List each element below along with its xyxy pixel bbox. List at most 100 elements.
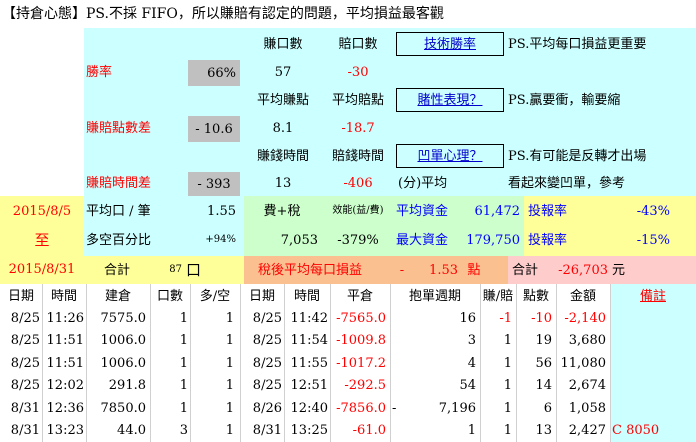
gamble-button[interactable]: 賭性表現？ [396, 88, 504, 112]
table-cell: -7565.0 [336, 310, 386, 326]
efficiency-value: -379% [337, 232, 379, 248]
table-cell: 13:25 [290, 423, 328, 438]
table-cell: C 8050 [612, 423, 660, 438]
tech-win-button[interactable]: 技術勝率 [396, 32, 504, 56]
note-avg-pnl: PS.平均每口損益更重要 [508, 36, 647, 52]
table-cell: 1 [467, 423, 476, 438]
table-cell: 8/25 [10, 310, 40, 326]
table-cell [392, 352, 410, 374]
roi1-value: -43% [636, 203, 670, 219]
table-cell [392, 330, 410, 352]
table-cell: 8/25 [252, 310, 282, 326]
loss-time-value: -406 [343, 175, 373, 191]
fee-tax-label: 費+稅 [263, 203, 301, 219]
table-cell: 8/25 [10, 333, 40, 348]
table-cell: 3,680 [568, 333, 606, 348]
table-cell: 13:23 [46, 423, 84, 438]
table-cell: 8/26 [252, 400, 282, 416]
table-cell [610, 375, 694, 397]
win-time-label: 賺錢時間 [256, 148, 309, 164]
column-header: 多/空 [199, 288, 231, 304]
table-cell: 7575.0 [100, 310, 147, 326]
win-lots-value: 57 [274, 64, 292, 80]
time-diff-value: - 393 [188, 172, 240, 196]
note-reverse: PS.有可能是反轉才出場 [508, 148, 647, 164]
max-capital-value: 179,750 [466, 232, 520, 248]
avg-loss-pts-value: -18.7 [341, 120, 375, 136]
loss-time-label: 賠錢時間 [331, 148, 384, 164]
table-cell: 8/31 [10, 423, 40, 438]
table-cell: 11,080 [560, 355, 607, 371]
column-header: 建倉 [104, 288, 131, 304]
table-cell: 1 [225, 333, 234, 348]
total-label: 合計 [104, 262, 131, 278]
table-cell: 11:51 [46, 355, 84, 371]
table-cell: 8/25 [252, 378, 282, 393]
after-tax-value: 1.53 [429, 262, 458, 278]
table-cell: -1009.8 [336, 333, 386, 348]
roi1-label: 投報率 [528, 203, 568, 219]
table-cell [610, 330, 694, 352]
avg-win-pts-label: 平均賺點 [256, 92, 309, 108]
table-cell: 13 [535, 423, 552, 438]
table-cell: 8/25 [252, 333, 282, 348]
after-tax-sign: - [399, 262, 405, 278]
table-cell: 7850.0 [100, 400, 147, 416]
period-to-word: 至 [34, 230, 50, 249]
long-short-label: 多空百分比 [86, 232, 152, 248]
table-cell: 54 [459, 378, 476, 393]
column-header: 平倉 [346, 288, 373, 304]
avg-lot-label: 平均口 / 筆 [86, 203, 151, 219]
table-cell: 291.8 [108, 378, 146, 393]
roi2-value: -15% [636, 232, 670, 248]
table-cell [392, 375, 410, 397]
after-tax-label: 稅後平均每口損益 [258, 262, 363, 278]
table-cell: 12:02 [46, 378, 84, 393]
table-cell: 1 [179, 310, 188, 326]
loss-lots-label: 賠口數 [338, 36, 378, 52]
total-lots-value: 87 [169, 264, 182, 275]
table-cell: 6 [543, 400, 552, 416]
table-cell: 12:40 [290, 400, 328, 416]
total2-label: 合計 [512, 262, 539, 278]
table-cell: 12:51 [290, 378, 328, 393]
table-cell: 16 [459, 310, 476, 326]
column-header: 備註 [639, 288, 666, 304]
total-amount-unit: 元 [612, 262, 626, 278]
table-cell: 8/25 [10, 378, 40, 393]
pit-button[interactable]: 凹單心理？ [396, 144, 504, 168]
table-cell: -7856.0 [336, 400, 386, 416]
table-cell [392, 420, 410, 442]
table-cell: 7,196 [438, 400, 476, 416]
table-cell: 1 [503, 423, 512, 438]
table-cell: 1 [225, 400, 234, 416]
table-cell: 11:54 [290, 333, 328, 348]
note-looks: 看起來變凹單，參考 [508, 175, 626, 191]
column-header: 點數 [522, 288, 549, 304]
win-rate-value: 66% [188, 60, 240, 86]
table-cell: 11:55 [290, 355, 328, 371]
avg-capital-value: 61,472 [474, 203, 521, 219]
note-big-win: PS.贏要衝，輸要縮 [508, 92, 621, 108]
pts-diff-value: - 10.6 [188, 116, 240, 142]
column-header: 金額 [569, 288, 596, 304]
table-cell: 11:26 [46, 310, 84, 326]
table-cell: -2,140 [564, 310, 606, 326]
column-header: 賺/賠 [482, 288, 514, 304]
table-cell: 11:51 [46, 333, 84, 348]
per-avg-label: (分)平均 [398, 175, 448, 191]
table-cell: 3 [179, 423, 188, 438]
roi2-label: 投報率 [528, 232, 568, 248]
win-time-value: 13 [274, 175, 292, 191]
table-cell: 4 [467, 355, 476, 371]
table-cell: 1 [503, 378, 512, 393]
win-lots-label: 賺口數 [263, 36, 303, 52]
table-cell: -10 [531, 310, 552, 326]
table-cell: 56 [535, 355, 552, 371]
avg-lot-value: 1.55 [207, 203, 236, 219]
sheet-title: 【持倉心態】PS.不採 FIFO，所以賺賠有認定的問題，平均損益最客觀 [2, 6, 444, 22]
avg-win-pts-value: 8.1 [272, 120, 294, 136]
table-cell: 1,058 [568, 400, 606, 416]
table-cell: 1006.0 [100, 355, 147, 371]
table-cell: 19 [535, 333, 552, 348]
